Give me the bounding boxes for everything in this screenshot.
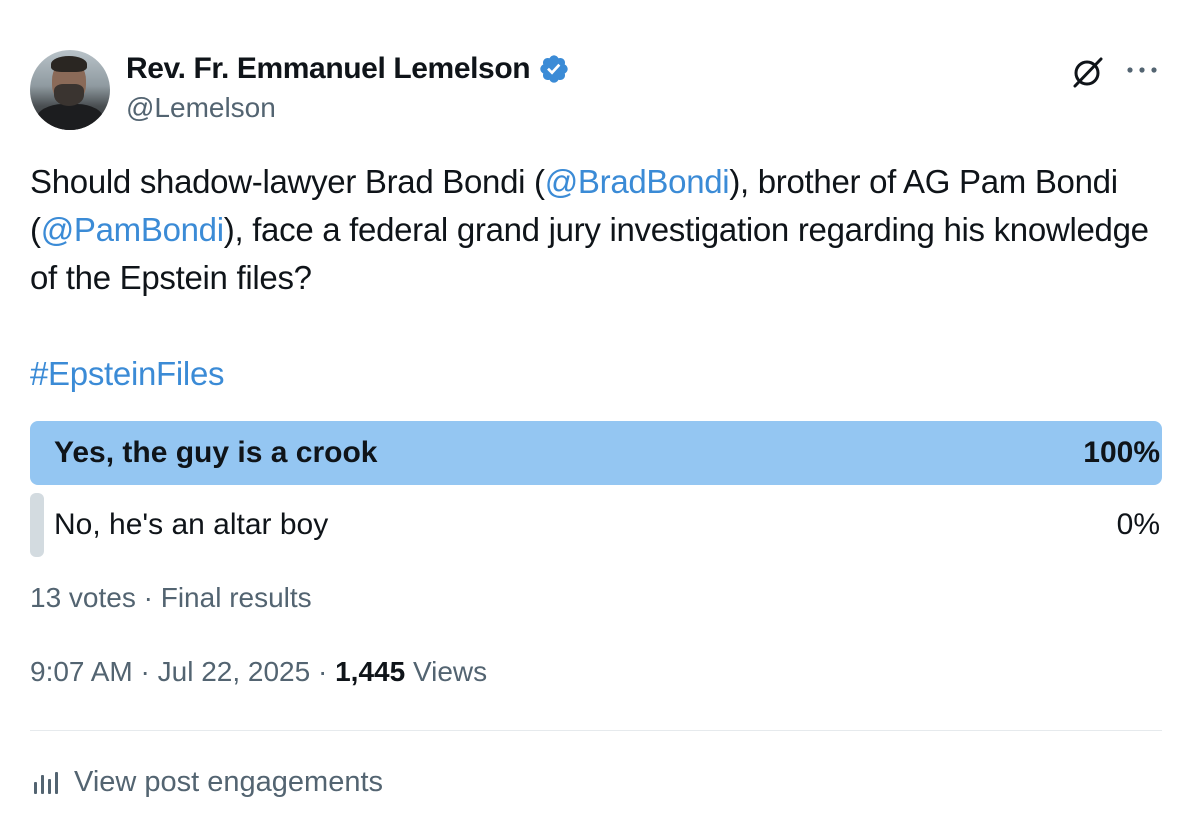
avatar-beard-shape	[54, 84, 84, 106]
author-display-name[interactable]: Rev. Fr. Emmanuel Lemelson	[126, 52, 531, 86]
timestamp-row: 9:07 AM · Jul 22, 2025 · 1,445 Views	[30, 656, 487, 688]
hashtag-link[interactable]: #EpsteinFiles	[30, 355, 225, 392]
grok-icon[interactable]	[1070, 54, 1106, 90]
poll-option-percent: 0%	[1116, 508, 1160, 541]
author-handle[interactable]: @Lemelson	[126, 92, 276, 124]
poll-option-bar	[30, 493, 44, 557]
poll-option: No, he's an altar boy 0%	[30, 493, 1162, 557]
divider	[30, 730, 1162, 731]
post-text: Should shadow-lawyer Brad Bondi (@BradBo…	[30, 158, 1164, 302]
separator-dot: ·	[310, 656, 336, 687]
views-count: 1,445	[335, 656, 406, 687]
post-date-link[interactable]: Jul 22, 2025	[158, 656, 311, 687]
mention-link-bradbondi[interactable]: @BradBondi	[545, 163, 730, 200]
mention-link-pambondi[interactable]: @PamBondi	[41, 211, 224, 248]
bar-chart-icon	[34, 772, 58, 794]
avatar[interactable]	[30, 50, 110, 130]
post-time-link[interactable]: 9:07 AM	[30, 656, 133, 687]
poll-option-label: No, he's an altar boy	[54, 508, 329, 541]
avatar-hair-shape	[51, 56, 87, 72]
separator-dot: ·	[132, 656, 158, 687]
post-detail: Rev. Fr. Emmanuel Lemelson @Lemelson Sho…	[0, 0, 1188, 824]
more-options-icon[interactable]	[1124, 60, 1160, 80]
poll-option-label: Yes, the guy is a crook	[54, 436, 378, 469]
poll-option: Yes, the guy is a crook 100%	[30, 421, 1162, 485]
poll-meta: 13 votes · Final results	[30, 582, 312, 613]
view-post-engagements-label: View post engagements	[74, 765, 384, 798]
author-name-row: Rev. Fr. Emmanuel Lemelson	[126, 52, 570, 86]
poll-option-percent: 100%	[1083, 436, 1160, 469]
avatar-body-shape	[36, 104, 104, 130]
view-post-engagements-link[interactable]: View post engagements	[30, 762, 383, 802]
verified-badge-icon	[540, 55, 568, 83]
views-label: Views	[405, 656, 488, 687]
hashtag-line: #EpsteinFiles	[30, 350, 225, 398]
post-text-segment: Should shadow-lawyer Brad Bondi (	[30, 163, 545, 200]
